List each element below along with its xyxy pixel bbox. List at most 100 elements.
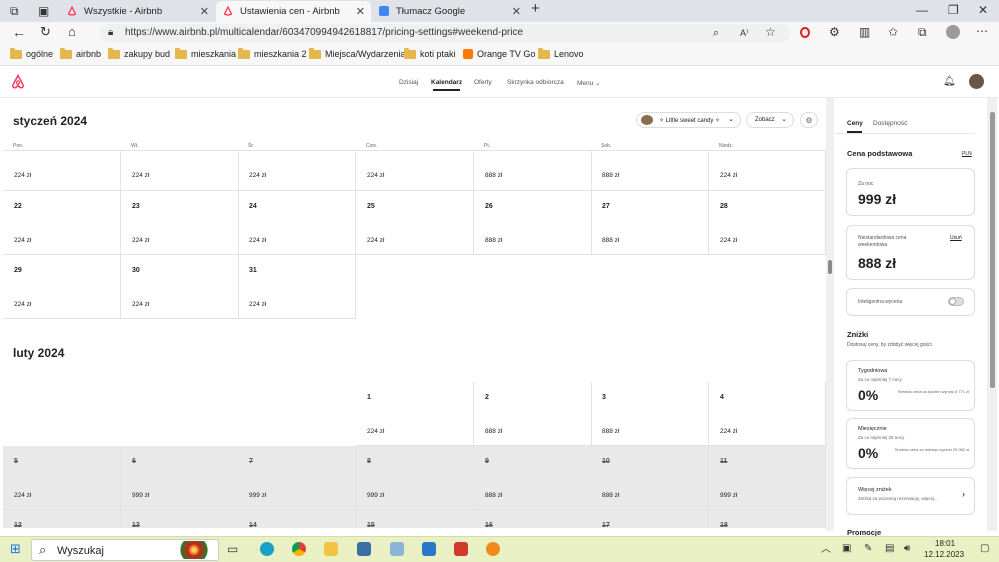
listing-selector[interactable]: ✧ Little sweet candy ✧ ⌄ [636,112,741,128]
calendar-day-cell[interactable]: 2 888 zł [474,382,592,446]
favorite-star-icon[interactable]: ☆ [765,26,776,38]
calendar-app-icon[interactable] [422,542,436,556]
calendar-day-cell[interactable]: 24 224 zł [238,191,356,255]
edge-icon[interactable] [260,542,274,556]
close-window-icon[interactable]: ✕ [978,4,988,16]
calendar-day-cell[interactable]: 224 zł [356,151,474,191]
calendar-day-cell[interactable]: 12 [3,510,121,528]
airbnb-logo-icon[interactable] [11,74,25,89]
meet-now-icon[interactable]: ▣ [842,543,851,555]
bookmark-mieszkania-2[interactable]: mieszkania 2 [238,47,307,59]
red-app-icon[interactable] [454,542,468,556]
collections-icon[interactable]: ⧉ [918,26,927,38]
settings-button[interactable]: ⚙ [800,112,818,128]
currency-link[interactable]: PLN [962,151,972,157]
volume-icon[interactable]: 🔊︎ [904,543,910,555]
taskbar-search[interactable]: ⌕ Wyszukaj [31,539,219,561]
calendar-day-cell[interactable]: 14 [238,510,356,528]
favorites-icon[interactable]: ✩ [888,26,898,38]
panel-tab-ceny[interactable]: Ceny [847,120,863,127]
orange-app-icon[interactable] [486,542,500,556]
calendar-day-cell[interactable]: 7 999 zł [238,446,356,510]
calendar-day-cell[interactable]: 27 888 zł [591,191,709,255]
calendar-day-cell[interactable]: 8 999 zł [356,446,474,510]
bookmark-mieszkania[interactable]: mieszkania [175,47,236,59]
remove-link[interactable]: Usuń [950,235,962,241]
calendar-day-cell[interactable]: 9 888 zł [474,446,592,510]
calendar-day-cell[interactable]: 25 224 zł [356,191,474,255]
calculator-icon[interactable] [357,542,371,556]
bookmark-orange-tv[interactable]: Orange TV Go [463,49,535,59]
calendar-day-cell[interactable]: 4 224 zł [709,382,826,446]
calendar-day-cell[interactable]: 30 224 zł [121,255,239,319]
nav-skrzynka[interactable]: Skrzynka odbiorcza [507,79,564,86]
nav-dzisiaj[interactable]: Dzisiaj [399,79,418,86]
url-input[interactable]: 🔒︎ https://www.airbnb.pl/multicalendar/6… [100,24,790,42]
minimize-icon[interactable]: — [916,4,928,16]
calendar-day-cell[interactable]: 29 224 zł [3,255,121,319]
tab-wszystkie[interactable]: Wszystkie - Airbnb ✕ [60,1,215,22]
close-tab-icon[interactable]: ✕ [356,5,365,18]
split-screen-icon[interactable]: ▥ [859,26,870,38]
tab-ustawienia-cen[interactable]: Ustawienia cen - Airbnb ✕ [216,1,371,22]
nav-kalendarz[interactable]: Kalendarz [431,79,462,91]
panel-tab-dostepnosc[interactable]: Dostępność [873,120,907,127]
bookmark-airbnb[interactable]: airbnb [60,47,101,59]
bookmark-lenovo[interactable]: Lenovo [538,47,584,59]
profile-avatar-icon[interactable] [946,25,960,39]
refresh-icon[interactable]: ↻ [40,25,51,38]
calendar-day-cell[interactable]: 1 224 zł [356,382,474,446]
calendar-day-cell[interactable]: 224 zł [3,151,121,191]
calendar-day-cell[interactable]: 23 224 zł [121,191,239,255]
calendar-day-cell[interactable]: 18 [709,510,826,528]
calendar-scrollbar-thumb[interactable] [828,260,832,274]
task-view-icon[interactable]: ▭ [227,543,238,555]
close-tab-icon[interactable]: ✕ [512,5,521,18]
per-night-card[interactable]: Za noc 999 zł [846,168,975,216]
calendar-day-cell[interactable]: 15 [356,510,474,528]
nav-oferty[interactable]: Oferty [474,79,492,86]
opera-extension-icon[interactable] [800,27,810,38]
extensions-icon[interactable]: ⚙ [829,26,840,38]
pen-icon[interactable]: ✎ [864,543,872,555]
calendar-day-cell[interactable]: 31 224 zł [238,255,356,319]
calendar-day-cell[interactable]: 11 999 zł [709,446,826,510]
calendar-day-cell[interactable]: 26 888 zł [474,191,592,255]
notifications-icon[interactable]: ▢ [980,543,989,555]
smart-pricing-toggle[interactable] [948,297,964,306]
calendar-day-cell[interactable]: 224 zł [238,151,356,191]
calendar-day-cell[interactable]: 16 [474,510,592,528]
new-tab-icon[interactable]: + [531,1,540,16]
notification-bell-icon[interactable]: 🔔︎ [943,76,956,88]
calendar-day-cell[interactable]: 6 999 zł [121,446,239,510]
chrome-icon[interactable] [292,542,306,556]
view-selector[interactable]: Zobacz ⌄ [746,112,794,128]
monthly-discount-card[interactable]: Miesięcznie Za co najmniej 28 nocy 0% Śr… [846,418,975,469]
calendar-day-cell[interactable]: 17 [591,510,709,528]
chevron-up-icon[interactable]: ︿ [821,544,831,556]
tab-actions-icon[interactable]: ▣ [38,5,49,17]
weekly-discount-card[interactable]: Tygodniowa Za co najmniej 7 nocy 0% Śred… [846,360,975,411]
windows-start-icon[interactable]: ⊞ [10,542,21,555]
calendar-day-cell[interactable]: 888 zł [474,151,592,191]
bookmark-koti-ptaki[interactable]: koti ptaki [404,47,456,59]
app-icon[interactable] [390,542,404,556]
user-avatar[interactable] [969,74,984,89]
search-page-icon[interactable]: ⌕ [713,27,719,39]
bookmark-ogolne[interactable]: ogólne [10,47,53,59]
calendar-scrollbar[interactable] [826,98,834,531]
clock-time[interactable]: 18:01 [935,539,955,548]
bookmark-miejsca[interactable]: Miejsca/Wydarzenia [309,47,405,59]
workspaces-icon[interactable]: ⧉ [10,5,19,17]
calendar-day-cell[interactable]: 10 888 zł [591,446,709,510]
read-aloud-icon[interactable]: A⁾ [740,27,748,39]
more-options-icon[interactable]: ⋯ [976,25,988,37]
calendar-day-cell[interactable]: 28 224 zł [709,191,826,255]
close-tab-icon[interactable]: ✕ [200,5,209,18]
nav-menu[interactable]: Menu ⌄ [577,79,601,87]
calendar-day-cell[interactable]: 13 [121,510,239,528]
home-icon[interactable]: ⌂ [68,25,76,38]
more-discounts-card[interactable]: Więcej zniżek Zniżka za wczesną rezerwac… [846,477,975,515]
network-icon[interactable]: ▤ [885,543,894,555]
bookmark-zakupy-bud[interactable]: zakupy bud [108,47,170,59]
